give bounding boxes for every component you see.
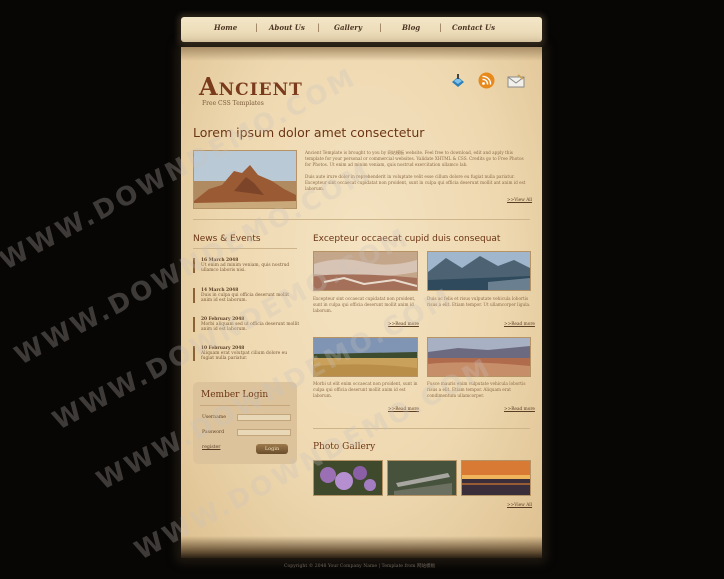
nav-separator: | xyxy=(379,23,382,32)
site-logo[interactable]: Ancient xyxy=(199,72,303,101)
register-link[interactable]: register xyxy=(202,445,220,450)
intro-view-all-link[interactable]: >>View All xyxy=(507,198,532,203)
nav-separator: | xyxy=(317,23,320,32)
section-divider xyxy=(193,219,530,220)
news-item[interactable]: 10 February 2048 Aliquam erat volutpat c… xyxy=(193,346,301,361)
card-read-more[interactable]: >>Read more xyxy=(504,407,535,412)
login-button[interactable]: Login xyxy=(256,444,288,454)
nav-contact-us[interactable]: Contact Us xyxy=(452,23,495,32)
card-text: Morbi ut elit enim occaecat non proident… xyxy=(313,381,418,398)
parchment-top-edge xyxy=(181,47,542,61)
gallery-view-all-link[interactable]: >>View All xyxy=(507,503,532,508)
card-text: Excepteur sint occaecat cupidatat non pr… xyxy=(313,296,416,313)
top-navigation: Home | About Us | Gallery | Blog | Conta… xyxy=(181,17,542,42)
card-text: Fusce mauris enim vulputate vehicula lob… xyxy=(427,381,526,398)
parchment-bottom-edge xyxy=(181,536,542,558)
gallery-photo-flowers[interactable] xyxy=(313,460,383,496)
news-item[interactable]: 14 March 2048 Duis in culpa qui officia … xyxy=(193,288,301,303)
news-item[interactable]: 16 March 2048 Ut enim ad minim veniam, q… xyxy=(193,258,301,273)
intro-paragraph-1: Ancient Template is brought to you by 网站… xyxy=(305,150,524,167)
card-photo-field[interactable] xyxy=(313,337,418,377)
footer-copyright: Copyright © 2048 Your Company Name | Tem… xyxy=(284,564,436,569)
gallery-photo-bench[interactable] xyxy=(387,460,457,496)
excepteur-heading: Excepteur occaecat cupid duis consequat xyxy=(313,234,501,244)
card-text: Duis ac felis et risus vulputate vehicul… xyxy=(427,296,531,307)
card-read-more[interactable]: >>Read more xyxy=(388,322,419,327)
gallery-photo-sunset[interactable] xyxy=(461,460,531,496)
nav-home[interactable]: Home xyxy=(214,23,237,32)
news-heading-underline xyxy=(193,248,297,249)
login-heading-underline xyxy=(200,405,290,406)
nav-about-us[interactable]: About Us xyxy=(269,23,305,32)
rss-icon[interactable] xyxy=(478,72,495,89)
intro-heading: Lorem ipsum dolor amet consectetur xyxy=(193,125,425,140)
news-text: Morbi aliquam sed ut officia deserunt mo… xyxy=(201,322,300,332)
news-heading: News & Events xyxy=(193,234,261,244)
site-tagline: Free CSS Templates xyxy=(202,100,264,107)
nav-gallery[interactable]: Gallery xyxy=(334,23,362,32)
nav-separator: | xyxy=(255,23,258,32)
login-heading: Member Login xyxy=(201,390,269,400)
news-text: Duis in culpa qui officia deserunt molli… xyxy=(201,293,289,303)
password-input[interactable] xyxy=(237,429,291,436)
card-read-more[interactable]: >>Read more xyxy=(388,407,419,412)
news-text: Ut enim ad minim veniam, quis nostrud ul… xyxy=(201,263,290,273)
section-divider xyxy=(313,428,530,429)
intro-paragraph-2: Duis aute irure dolor in reprehenderit i… xyxy=(305,174,526,191)
password-label: Password xyxy=(202,430,225,435)
card-photo-canyon[interactable] xyxy=(313,251,418,291)
username-input[interactable] xyxy=(237,414,291,421)
card-read-more[interactable]: >>Read more xyxy=(504,322,535,327)
gallery-heading: Photo Gallery xyxy=(313,442,376,452)
nav-separator: | xyxy=(439,23,442,32)
delicious-icon[interactable] xyxy=(449,73,467,89)
card-photo-valley[interactable] xyxy=(427,337,531,377)
card-photo-lake[interactable] xyxy=(427,251,531,291)
news-item[interactable]: 20 February 2048 Morbi aliquam sed ut of… xyxy=(193,317,301,332)
news-text: Aliquam erat volutpat cilium dolore eu f… xyxy=(201,351,288,361)
username-label: Username xyxy=(202,415,226,420)
nav-blog[interactable]: Blog xyxy=(402,23,420,32)
email-icon[interactable] xyxy=(506,73,526,89)
intro-photo-mountains xyxy=(193,150,297,209)
